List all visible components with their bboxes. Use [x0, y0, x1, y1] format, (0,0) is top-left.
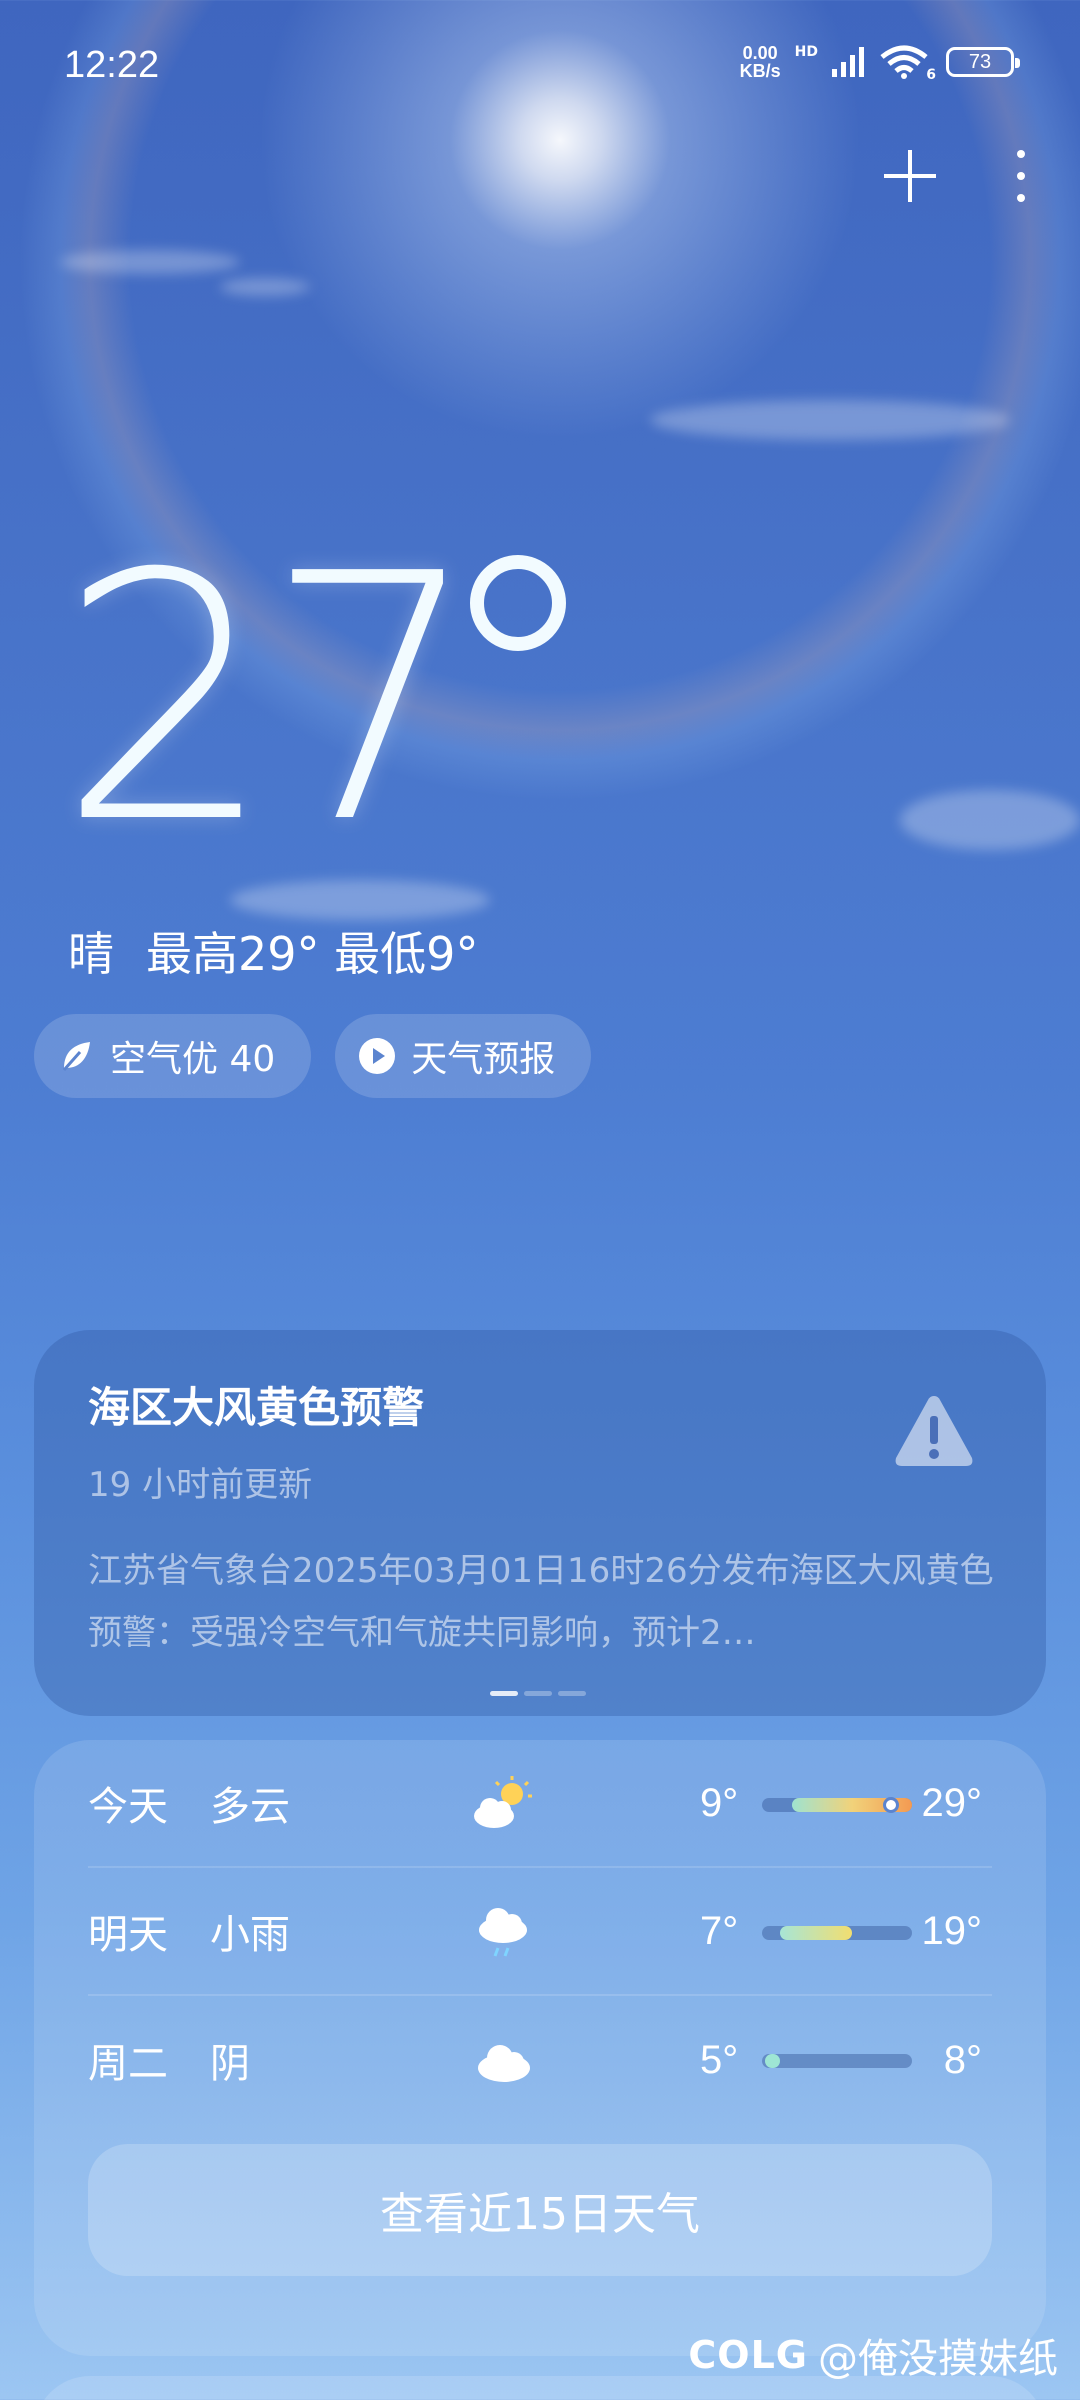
forecast-day: 今天: [88, 1784, 168, 1830]
forecast-condition: 阴: [210, 2041, 250, 2087]
signal-icon: [832, 47, 864, 77]
forecast-low: 5°: [700, 2037, 739, 2082]
forecast-day: 明天: [88, 1912, 168, 1958]
watermark-logo: COLG: [688, 2333, 808, 2377]
weather-alert-card[interactable]: 海区大风黄色预警 19 小时前更新 江苏省气象台2025年03月01日16时26…: [34, 1330, 1046, 1716]
condition-line: 晴 最高29° 最低9°: [68, 918, 478, 984]
alert-title: 海区大风黄色预警: [88, 1383, 425, 1432]
air-quality-label: 空气优 40: [110, 1039, 276, 1080]
forecast-day: 周二: [88, 2041, 168, 2087]
current-temperature-marker: [883, 1797, 899, 1813]
cloud: [650, 400, 1010, 440]
overcast-icon: [478, 2045, 530, 2082]
current-temperature: 27: [58, 502, 481, 898]
view-15-day-button[interactable]: 查看近15日天气: [88, 2144, 992, 2276]
pager-dot: [524, 1691, 552, 1696]
today-low: 最低9°: [334, 927, 479, 981]
temperature-range-bar: [762, 1797, 912, 1813]
leaf-icon: [62, 1042, 90, 1071]
info-chips: 空气优 40 天气预报: [34, 1014, 592, 1098]
temperature-range-fill: [780, 1926, 852, 1940]
pager-dot: [490, 1691, 518, 1696]
temperature-range-fill: [765, 2054, 780, 2068]
degree-symbol: [470, 555, 566, 651]
status-bar: 12:22 0.00 KB/s HD 6 73: [0, 0, 1080, 120]
more-options-icon[interactable]: [1016, 150, 1026, 202]
high-low: 最高29° 最低9°: [146, 918, 478, 984]
alert-body: 江苏省气象台2025年03月01日16时26分发布海区大风黄色预警：受强冷空气和…: [88, 1551, 994, 1653]
network-speed: 0.00 KB/s: [740, 44, 781, 80]
air-quality-chip[interactable]: 空气优 40: [34, 1014, 312, 1098]
forecast-high: 19°: [921, 1908, 983, 1953]
forecast-row-today[interactable]: 今天 多云 9° 29°: [88, 1740, 992, 1868]
status-time: 12:22: [64, 44, 160, 86]
wifi-icon: 6: [880, 45, 936, 83]
forecast-row-tomorrow[interactable]: 明天 小雨 7° 19°: [88, 1868, 992, 1996]
cloud: [220, 278, 310, 296]
light-rain-icon: [479, 1908, 527, 1957]
top-actions: [884, 150, 1026, 202]
watermark: COLG @俺没摸妹纸: [688, 2326, 1058, 2384]
forecast-high: 29°: [921, 1780, 983, 1825]
forecast-condition: 小雨: [210, 1912, 290, 1958]
forecast-row-day3[interactable]: 周二 阴 5° 8°: [88, 1996, 992, 2124]
pager-dot: [558, 1691, 586, 1696]
alert-pager: [490, 1691, 586, 1696]
battery-icon: 73: [946, 47, 1020, 77]
watermark-handle: @俺没摸妹纸: [818, 2336, 1058, 2382]
forecast-low: 9°: [700, 1780, 739, 1825]
today-high: 最高29°: [146, 927, 320, 981]
hd-label: HD: [794, 44, 818, 60]
status-icons: 0.00 KB/s HD 6 73: [740, 44, 1020, 83]
forecast-low: 7°: [700, 1908, 739, 1953]
add-city-icon[interactable]: [884, 150, 936, 202]
forecast-condition: 多云: [210, 1784, 290, 1830]
wifi-6-label: 6: [926, 67, 936, 83]
net-speed-unit: KB/s: [739, 61, 781, 81]
play-icon: [359, 1038, 396, 1074]
warning-icon: [895, 1396, 973, 1466]
net-speed-value: 0.00: [742, 43, 778, 63]
current-condition: 晴: [68, 927, 114, 981]
weather-forecast-chip[interactable]: 天气预报: [335, 1014, 592, 1098]
battery-level: 73: [968, 50, 992, 73]
temperature-range-bar: [762, 1926, 912, 1940]
weather-forecast-label: 天气预报: [411, 1039, 556, 1080]
temperature-range-bar: [762, 2054, 912, 2068]
partly-cloudy-icon: [474, 1776, 532, 1828]
cloud: [900, 790, 1080, 850]
forecast-high: 8°: [943, 2037, 982, 2082]
alert-updated: 19 小时前更新: [88, 1465, 313, 1505]
cloud: [60, 250, 240, 274]
forecast-card: 今天 多云 9° 29° 明天 小雨 7° 19° 周二 阴 5° 8° 查看近…: [34, 1740, 1046, 2356]
